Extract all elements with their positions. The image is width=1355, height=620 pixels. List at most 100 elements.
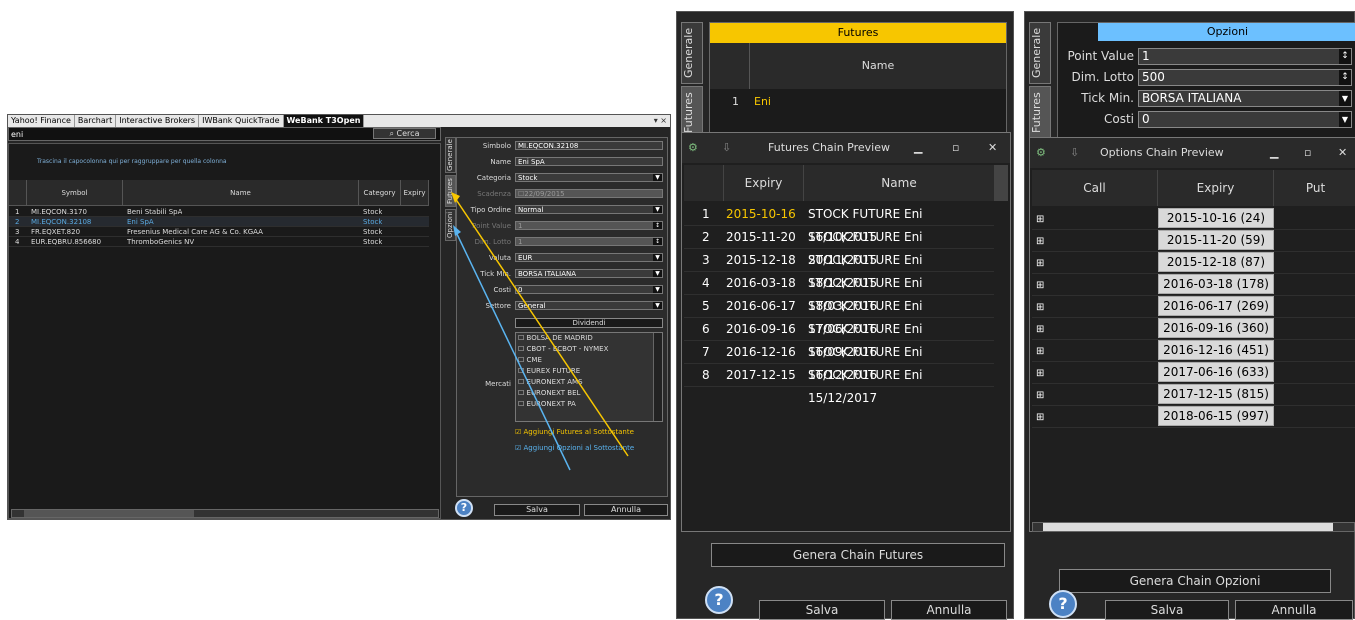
table-row[interactable]: ⊞ 2017-12-15 (815) — [1032, 384, 1355, 406]
costi-select[interactable]: 0 ▼ — [1138, 111, 1352, 128]
table-row[interactable]: ⊞ 2016-09-16 (360) — [1032, 318, 1355, 340]
maximize-icon[interactable]: ▫ — [1304, 138, 1311, 168]
row-expiry: 2016-12-16 (451) — [1158, 340, 1274, 360]
label-costi: Costi — [1103, 112, 1134, 126]
table-row[interactable]: 7 2016-12-16 STOCK FUTURE Eni 16/12/2016 — [684, 341, 994, 382]
lotto-value: 500 — [1142, 70, 1165, 84]
tab-generale[interactable]: Generale — [681, 22, 703, 84]
yellow-arrow — [454, 197, 629, 457]
help-icon[interactable]: ? — [1049, 590, 1077, 618]
row-expiry: 2017-06-16 (633) — [1158, 362, 1274, 382]
table-row[interactable]: 5 2016-06-17 STOCK FUTURE Eni 17/06/2016 — [684, 295, 994, 336]
close-icon[interactable]: ✕ — [988, 133, 997, 163]
col-name[interactable]: Name — [750, 43, 1006, 89]
row-expiry: 2016-06-17 — [726, 299, 796, 313]
dialog-titlebar: ⚙ ⇩ Options Chain Preview ▁ ▫ ✕ — [1030, 138, 1355, 168]
genera-chain-opzioni-button[interactable]: Genera Chain Opzioni — [1059, 569, 1331, 593]
tab-generale[interactable]: Generale — [1029, 22, 1051, 84]
table-row[interactable]: 6 2016-09-16 STOCK FUTURE Eni 16/09/2016 — [684, 318, 994, 359]
row-expiry: 2016-09-16 — [726, 322, 796, 336]
table-row[interactable]: ⊞ 2017-06-16 (633) — [1032, 362, 1355, 384]
futures-header: Futures — [710, 23, 1006, 43]
salva-button[interactable]: Salva — [1105, 600, 1229, 620]
futures-chain-body: 1 2015-10-16 STOCK FUTURE Eni 16/10/2015 2… — [684, 203, 994, 405]
pv-value: 1 — [1142, 49, 1150, 63]
salva-button[interactable]: Salva — [759, 600, 885, 620]
costi-value: 0 — [1142, 112, 1150, 126]
tick-value: BORSA ITALIANA — [1142, 91, 1242, 105]
row-header-corner — [684, 165, 724, 201]
table-row[interactable]: ⊞ 2015-10-16 (24) — [1032, 208, 1355, 230]
help-icon[interactable]: ? — [705, 586, 733, 614]
table-row[interactable]: 8 2017-12-15 STOCK FUTURE Eni 15/12/2017 — [684, 364, 994, 405]
scrollbar-thumb[interactable] — [1043, 523, 1333, 531]
row-expiry: 2016-06-17 (269) — [1158, 296, 1274, 316]
expand-icon[interactable]: ⊞ — [1036, 384, 1044, 407]
app-icon: ⚙ — [1036, 146, 1046, 159]
spinner-icon: ↕ — [1339, 49, 1351, 64]
annulla-button[interactable]: Annulla — [1235, 600, 1353, 620]
futures-panel: Futures Name 1 Eni — [709, 22, 1007, 140]
row-expiry: 2016-12-16 — [726, 345, 796, 359]
col-name[interactable]: Name — [804, 165, 994, 201]
table-row[interactable]: 4 2016-03-18 STOCK FUTURE Eni 18/03/2016 — [684, 272, 994, 313]
expand-icon[interactable]: ⊞ — [1036, 318, 1044, 341]
yellow-arrowhead — [451, 192, 460, 203]
table-row[interactable]: ⊞ 2016-03-18 (178) — [1032, 274, 1355, 296]
table-row[interactable]: ⊞ 2018-06-15 (997) — [1032, 406, 1355, 428]
row-expiry: 2017-12-15 (815) — [1158, 384, 1274, 404]
table-row[interactable]: 2 2015-11-20 STOCK FUTURE Eni 20/11/2015 — [684, 226, 994, 267]
dim-lotto-field[interactable]: 500 ↕ — [1138, 69, 1352, 86]
table-row[interactable]: 3 2015-12-18 STOCK FUTURE Eni 18/12/2015 — [684, 249, 994, 290]
expand-icon[interactable]: ⊞ — [1036, 296, 1044, 319]
expand-icon[interactable]: ⊞ — [1036, 274, 1044, 297]
row-expiry: 2016-09-16 (360) — [1158, 318, 1274, 338]
futures-chain-preview-dialog: ⚙ ⇩ Futures Chain Preview ▁ ▫ ✕ Expiry N… — [681, 132, 1011, 532]
annulla-button[interactable]: Annulla — [891, 600, 1007, 620]
dropdown-arrow-icon: ▼ — [1339, 91, 1351, 106]
row-expiry: 2015-12-18 (87) — [1158, 252, 1274, 272]
col-expiry[interactable]: Expiry — [724, 165, 804, 201]
row-number: 6 — [702, 322, 710, 336]
table-row[interactable]: ⊞ 2016-06-17 (269) — [1032, 296, 1355, 318]
table-row[interactable]: ⊞ 2016-12-16 (451) — [1032, 340, 1355, 362]
dropdown-arrow-icon: ▼ — [1339, 112, 1351, 127]
close-icon[interactable]: ✕ — [1338, 138, 1347, 168]
dialog-title: Futures Chain Preview — [768, 141, 890, 154]
row-number: 3 — [702, 253, 710, 267]
row-name: Eni — [754, 95, 771, 108]
point-value-field[interactable]: 1 ↕ — [1138, 48, 1352, 65]
tick-min-select[interactable]: BORSA ITALIANA ▼ — [1138, 90, 1352, 107]
pin-icon: ⇩ — [722, 141, 732, 154]
table-row[interactable]: 1 Eni — [710, 91, 1006, 113]
dialog-titlebar: ⚙ ⇩ Futures Chain Preview ▁ ▫ ✕ — [682, 133, 1010, 163]
minimize-icon[interactable]: ▁ — [1270, 138, 1278, 168]
row-name: STOCK FUTURE Eni 15/12/2017 — [808, 368, 923, 405]
expand-icon[interactable]: ⊞ — [1036, 340, 1044, 363]
col-call[interactable]: Call — [1032, 170, 1158, 206]
table-row[interactable]: ⊞ 2015-11-20 (59) — [1032, 230, 1355, 252]
blue-arrowhead — [453, 225, 461, 236]
maximize-icon[interactable]: ▫ — [952, 133, 959, 163]
vertical-scrollbar[interactable] — [994, 165, 1008, 201]
row-expiry: 2015-10-16 — [726, 207, 796, 221]
options-panel: Opzioni Point Value 1 ↕ Dim. Lotto 500 ↕ T… — [1057, 22, 1355, 140]
row-expiry: 2015-10-16 (24) — [1158, 208, 1274, 228]
table-row[interactable]: ⊞ 2015-12-18 (87) — [1032, 252, 1355, 274]
horizontal-scrollbar[interactable] — [1032, 522, 1355, 532]
row-number: 2 — [702, 230, 710, 244]
tab-futures[interactable]: Futures — [1029, 86, 1051, 140]
genera-chain-futures-button[interactable]: Genera Chain Futures — [711, 543, 1005, 567]
row-expiry: 2015-11-20 (59) — [1158, 230, 1274, 250]
label-dim-lotto: Dim. Lotto — [1071, 70, 1134, 84]
spinner-icon: ↕ — [1339, 70, 1351, 85]
minimize-icon[interactable]: ▁ — [914, 133, 922, 163]
expand-icon[interactable]: ⊞ — [1036, 406, 1044, 429]
table-row[interactable]: 1 2015-10-16 STOCK FUTURE Eni 16/10/2015 — [684, 203, 994, 244]
expand-icon[interactable]: ⊞ — [1036, 252, 1044, 275]
expand-icon[interactable]: ⊞ — [1036, 362, 1044, 385]
col-put[interactable]: Put — [1274, 170, 1355, 206]
expand-icon[interactable]: ⊞ — [1036, 230, 1044, 253]
expand-icon[interactable]: ⊞ — [1036, 208, 1044, 231]
col-expiry[interactable]: Expiry — [1158, 170, 1274, 206]
